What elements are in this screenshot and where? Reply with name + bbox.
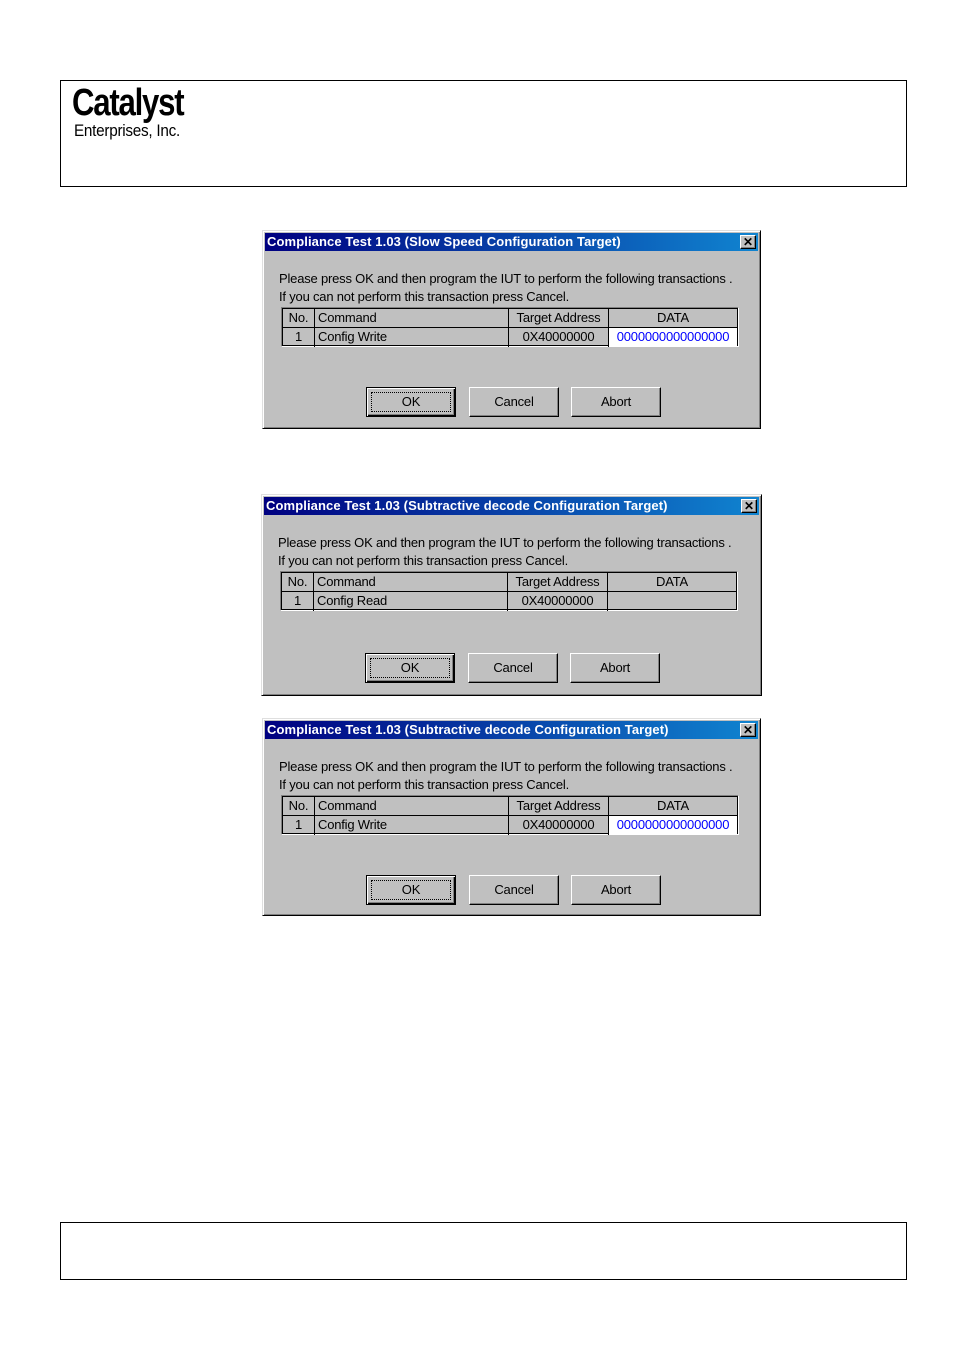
row-data-cell[interactable]: 0000000000000000 xyxy=(609,816,737,835)
row-target-address-cell[interactable]: 0X40000000 xyxy=(509,328,609,347)
cancel-button[interactable]: Cancel xyxy=(468,653,558,683)
ok-button[interactable]: OK xyxy=(365,653,455,683)
instruction-text: Please press OK and then program the IUT… xyxy=(279,271,733,286)
row-target-address-cell[interactable]: 0X40000000 xyxy=(508,592,608,611)
dialog-title: Compliance Test 1.03 (Slow Speed Configu… xyxy=(267,234,621,249)
column-header-target-address[interactable]: Target Address xyxy=(509,309,609,328)
dialog-titlebar[interactable]: Compliance Test 1.03 (Subtractive decode… xyxy=(265,721,758,739)
close-button[interactable]: ✕ xyxy=(740,723,756,737)
compliance-dialog-subtractive-read: Compliance Test 1.03 (Subtractive decode… xyxy=(261,494,762,696)
column-header-data[interactable]: DATA xyxy=(608,573,736,592)
page-footer xyxy=(60,1222,907,1280)
company-logo-subtitle: Enterprises, Inc. xyxy=(74,121,180,140)
row-no-cell[interactable]: 1 xyxy=(283,328,315,347)
abort-button[interactable]: Abort xyxy=(571,875,661,905)
column-header-command[interactable]: Command xyxy=(314,573,508,592)
focus-rectangle xyxy=(371,880,451,900)
company-logo-wordmark: Catalyst xyxy=(72,82,185,124)
row-data-cell[interactable] xyxy=(608,592,736,611)
focus-rectangle xyxy=(370,658,450,678)
row-target-address-cell[interactable]: 0X40000000 xyxy=(509,816,609,835)
cancel-button[interactable]: Cancel xyxy=(469,387,559,417)
abort-button[interactable]: Abort xyxy=(571,387,661,417)
compliance-dialog-subtractive-write: Compliance Test 1.03 (Subtractive decode… xyxy=(262,718,761,916)
row-no-cell[interactable]: 1 xyxy=(282,592,314,611)
focus-rectangle xyxy=(371,392,451,412)
close-button[interactable]: ✕ xyxy=(740,235,756,249)
cancel-instruction-text: If you can not perform this transaction … xyxy=(278,553,568,568)
dialog-titlebar[interactable]: Compliance Test 1.03 (Slow Speed Configu… xyxy=(265,233,758,251)
close-button[interactable]: ✕ xyxy=(741,499,757,513)
transactions-table: No. Command Target Address DATA 1 Config… xyxy=(281,307,739,347)
column-header-no[interactable]: No. xyxy=(283,797,315,816)
abort-button[interactable]: Abort xyxy=(570,653,660,683)
transactions-table: No. Command Target Address DATA 1 Config… xyxy=(281,795,739,835)
instruction-text: Please press OK and then program the IUT… xyxy=(279,759,733,774)
row-no-cell[interactable]: 1 xyxy=(283,816,315,835)
column-header-no[interactable]: No. xyxy=(282,573,314,592)
row-command-cell[interactable]: Config Read xyxy=(314,592,508,611)
column-header-target-address[interactable]: Target Address xyxy=(509,797,609,816)
column-header-data[interactable]: DATA xyxy=(609,309,737,328)
close-icon: ✕ xyxy=(742,235,754,249)
page-header: Catalyst Enterprises, Inc. xyxy=(60,80,907,187)
row-command-cell[interactable]: Config Write xyxy=(315,328,509,347)
cancel-button[interactable]: Cancel xyxy=(469,875,559,905)
column-header-no[interactable]: No. xyxy=(283,309,315,328)
close-icon: ✕ xyxy=(742,723,754,737)
row-command-cell[interactable]: Config Write xyxy=(315,816,509,835)
ok-button[interactable]: OK xyxy=(366,387,456,417)
close-icon: ✕ xyxy=(743,499,755,513)
column-header-command[interactable]: Command xyxy=(315,309,509,328)
instruction-text: Please press OK and then program the IUT… xyxy=(278,535,732,550)
dialog-title: Compliance Test 1.03 (Subtractive decode… xyxy=(266,498,668,513)
column-header-target-address[interactable]: Target Address xyxy=(508,573,608,592)
dialog-title: Compliance Test 1.03 (Subtractive decode… xyxy=(267,722,669,737)
column-header-data[interactable]: DATA xyxy=(609,797,737,816)
row-data-cell[interactable]: 0000000000000000 xyxy=(609,328,737,347)
ok-button[interactable]: OK xyxy=(366,875,456,905)
cancel-instruction-text: If you can not perform this transaction … xyxy=(279,777,569,792)
compliance-dialog-slow-speed: Compliance Test 1.03 (Slow Speed Configu… xyxy=(262,230,761,429)
column-header-command[interactable]: Command xyxy=(315,797,509,816)
cancel-instruction-text: If you can not perform this transaction … xyxy=(279,289,569,304)
dialog-titlebar[interactable]: Compliance Test 1.03 (Subtractive decode… xyxy=(264,497,759,515)
transactions-table: No. Command Target Address DATA 1 Config… xyxy=(280,571,738,611)
